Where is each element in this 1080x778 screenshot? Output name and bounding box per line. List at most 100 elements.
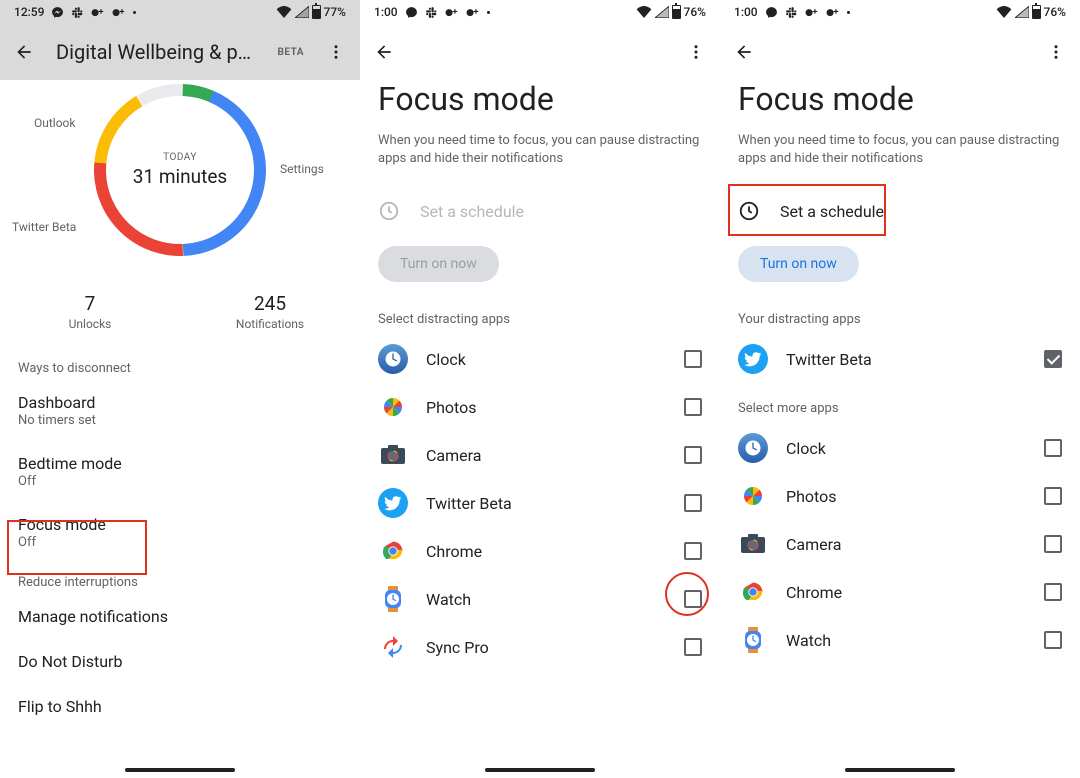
nav-bar[interactable] xyxy=(485,768,595,772)
messenger-icon xyxy=(765,6,778,19)
status-time: 12:59 xyxy=(14,5,44,19)
app-checkbox[interactable] xyxy=(1044,583,1062,601)
overflow-menu-button[interactable] xyxy=(324,40,348,64)
app-row-photos[interactable]: Photos xyxy=(720,472,1080,520)
app-checkbox[interactable] xyxy=(1044,535,1062,553)
app-row-camera[interactable]: Camera xyxy=(360,431,720,479)
controller-icon-2 xyxy=(826,7,840,17)
nav-bar[interactable] xyxy=(845,768,955,772)
slack-icon xyxy=(71,6,84,19)
row-title: Bedtime mode xyxy=(18,454,342,473)
pane-focus-mode-initial: 1:00 76% Focus mode When you need time t… xyxy=(360,0,720,778)
app-row-chrome[interactable]: Chrome xyxy=(360,527,720,575)
app-checkbox[interactable] xyxy=(684,446,702,464)
app-name-label: Twitter Beta xyxy=(786,350,1026,369)
slack-icon xyxy=(425,6,438,19)
clock-icon xyxy=(378,344,408,374)
wifi-icon xyxy=(996,6,1012,18)
messenger-icon xyxy=(405,6,418,19)
battery-icon xyxy=(312,5,321,19)
app-name-label: Watch xyxy=(426,590,666,609)
app-checkbox[interactable] xyxy=(684,494,702,512)
app-checkbox[interactable] xyxy=(1044,439,1062,457)
controller-icon-2 xyxy=(112,7,126,17)
app-row-camera[interactable]: Camera xyxy=(720,520,1080,568)
app-checkbox[interactable] xyxy=(1044,487,1062,505)
app-row-sync-pro[interactable]: Sync Pro xyxy=(360,623,720,671)
turn-on-label: Turn on now xyxy=(760,256,837,272)
back-button[interactable] xyxy=(372,40,396,64)
section-your-apps: Your distracting apps xyxy=(720,306,1080,335)
section-more-apps: Select more apps xyxy=(720,383,1080,424)
row-do-not-disturb[interactable]: Do Not Disturb xyxy=(0,639,360,684)
app-checkbox[interactable] xyxy=(684,542,702,560)
dot-icon xyxy=(133,11,136,14)
dot-icon xyxy=(847,11,850,14)
app-name-label: Photos xyxy=(426,398,666,417)
app-bar: Digital Wellbeing & pare... BETA xyxy=(0,24,360,80)
app-checkbox[interactable] xyxy=(684,350,702,368)
turn-on-now-button[interactable]: Turn on now xyxy=(738,246,859,282)
app-checkbox[interactable] xyxy=(1044,350,1062,368)
watch-icon xyxy=(378,584,408,614)
row-dashboard[interactable]: Dashboard No timers set xyxy=(0,380,360,441)
back-button[interactable] xyxy=(12,40,36,64)
set-schedule-row: Set a schedule xyxy=(360,190,720,232)
messenger-icon xyxy=(51,6,64,19)
controller-icon xyxy=(91,7,105,17)
app-checkbox[interactable] xyxy=(1044,631,1062,649)
app-name-label: Watch xyxy=(786,631,1026,650)
app-name-label: Sync Pro xyxy=(426,638,666,657)
app-name-label: Camera xyxy=(426,446,666,465)
app-bar xyxy=(720,24,1080,80)
stats-row: 7 Unlocks 245 Notifications xyxy=(0,280,360,349)
stat-notifications[interactable]: 245 Notifications xyxy=(180,292,360,331)
app-checkbox[interactable] xyxy=(684,638,702,656)
row-flip-to-shhh[interactable]: Flip to Shhh xyxy=(0,684,360,729)
stat-notifications-label: Notifications xyxy=(180,317,360,331)
app-name-label: Photos xyxy=(786,487,1026,506)
dot-icon xyxy=(487,11,490,14)
nav-bar[interactable] xyxy=(125,768,235,772)
app-name-label: Camera xyxy=(786,535,1026,554)
controller-icon-2 xyxy=(466,7,480,17)
battery-text: 76% xyxy=(1044,5,1066,19)
status-time: 1:00 xyxy=(734,5,758,19)
app-checkbox[interactable] xyxy=(684,398,702,416)
status-time: 1:00 xyxy=(374,5,398,19)
highlight-twitter-checkbox xyxy=(665,572,709,616)
page-description: When you need time to focus, you can pau… xyxy=(720,132,1080,190)
app-row-watch[interactable]: Watch xyxy=(720,616,1080,664)
sync-icon xyxy=(378,632,408,662)
chrome-icon xyxy=(378,536,408,566)
stat-unlocks[interactable]: 7 Unlocks xyxy=(0,292,180,331)
camera-icon xyxy=(378,440,408,470)
wifi-icon xyxy=(636,6,652,18)
donut-label: TODAY xyxy=(163,152,197,163)
app-row-twitter-beta[interactable]: Twitter Beta xyxy=(720,335,1080,383)
signal-icon xyxy=(655,6,669,18)
back-button[interactable] xyxy=(732,40,756,64)
row-bedtime-mode[interactable]: Bedtime mode Off xyxy=(0,441,360,502)
controller-icon xyxy=(445,7,459,17)
app-row-clock[interactable]: Clock xyxy=(360,335,720,383)
stat-unlocks-value: 7 xyxy=(0,292,180,315)
photos-icon xyxy=(738,481,768,511)
twitter-icon xyxy=(378,488,408,518)
controller-icon xyxy=(805,7,819,17)
row-manage-notifications[interactable]: Manage notifications xyxy=(0,594,360,639)
app-row-clock[interactable]: Clock xyxy=(720,424,1080,472)
app-row-twitter-beta[interactable]: Twitter Beta xyxy=(360,479,720,527)
status-bar: 12:59 77% xyxy=(0,0,360,24)
app-row-chrome[interactable]: Chrome xyxy=(720,568,1080,616)
overflow-menu-button[interactable] xyxy=(684,40,708,64)
overflow-menu-button[interactable] xyxy=(1044,40,1068,64)
app-name-label: Chrome xyxy=(786,583,1026,602)
row-title: Dashboard xyxy=(18,393,342,412)
donut-tag-outlook: Outlook xyxy=(34,116,75,130)
usage-donut-chart[interactable]: TODAY 31 minutes Outlook Twitter Beta Se… xyxy=(0,80,360,280)
battery-text: 76% xyxy=(684,5,706,19)
battery-icon xyxy=(1032,5,1041,19)
app-row-photos[interactable]: Photos xyxy=(360,383,720,431)
highlight-set-schedule xyxy=(728,184,886,236)
